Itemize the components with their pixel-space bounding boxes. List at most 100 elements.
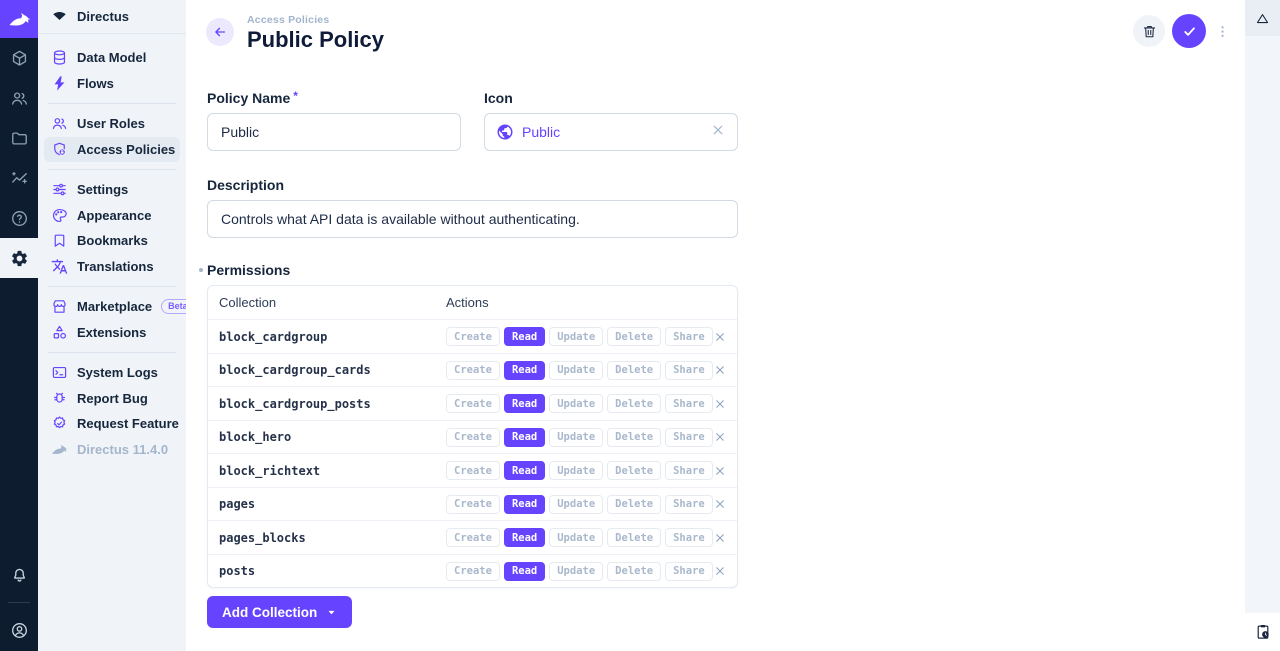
action-chip-read[interactable]: Read [504,495,545,514]
remove-permission-icon[interactable] [713,564,727,578]
icon-picker[interactable]: Public [484,113,738,151]
action-chip-read[interactable]: Read [504,394,545,413]
permission-actions: CreateReadUpdateDeleteShare [446,461,704,480]
action-chip-share[interactable]: Share [665,428,713,447]
action-chip-share[interactable]: Share [665,361,713,380]
delete-button[interactable] [1133,15,1165,47]
description-input[interactable] [207,200,738,238]
action-chip-delete[interactable]: Delete [607,461,661,480]
more-options-button[interactable] [1213,15,1231,47]
action-chip-create[interactable]: Create [446,528,500,547]
policy-name-label-text: Policy Name [207,90,290,106]
action-chip-delete[interactable]: Delete [607,394,661,413]
save-button[interactable] [1172,14,1206,48]
action-chip-read[interactable]: Read [504,461,545,480]
sidebar-item-settings[interactable]: Settings [44,177,180,203]
collection-name: block_richtext [219,464,446,478]
sidebar-item-report-bug[interactable]: Report Bug [44,386,180,412]
module-users[interactable] [0,78,38,118]
add-collection-button[interactable]: Add Collection [207,596,352,628]
action-chip-share[interactable]: Share [665,461,713,480]
sidebar-item-access-policies[interactable]: Access Policies [44,137,180,163]
action-chip-create[interactable]: Create [446,495,500,514]
action-chip-share[interactable]: Share [665,327,713,346]
sidebar-item-system-logs[interactable]: System Logs [44,360,180,386]
module-settings[interactable] [0,238,38,278]
remove-permission-icon[interactable] [713,464,727,478]
sidebar-item-directus-11-4-0: Directus 11.4.0 [44,437,180,463]
action-chip-update[interactable]: Update [549,528,603,547]
permission-actions: CreateReadUpdateDeleteShare [446,495,704,514]
action-chip-share[interactable]: Share [665,528,713,547]
sidebar-toggle-button[interactable] [1245,0,1280,36]
project-header[interactable]: Directus [38,0,186,34]
action-chip-update[interactable]: Update [549,562,603,581]
sidebar-item-request-feature[interactable]: Request Feature [44,411,180,437]
action-chip-share[interactable]: Share [665,495,713,514]
module-insights[interactable] [0,158,38,198]
collection-column-header: Collection [219,295,446,310]
sidebar-item-translations[interactable]: Translations [44,254,180,280]
check-icon [1181,23,1198,40]
remove-permission-icon[interactable] [713,430,727,444]
action-chip-read[interactable]: Read [504,562,545,581]
breadcrumb: Access Policies [247,14,384,26]
action-chip-create[interactable]: Create [446,327,500,346]
policy-name-input[interactable] [207,113,461,151]
action-chip-delete[interactable]: Delete [607,562,661,581]
revisions-button[interactable] [1245,613,1280,651]
action-chip-update[interactable]: Update [549,361,603,380]
action-chip-delete[interactable]: Delete [607,327,661,346]
sidebar-item-marketplace[interactable]: MarketplaceBeta [44,294,180,320]
action-chip-create[interactable]: Create [446,394,500,413]
action-chip-read[interactable]: Read [504,361,545,380]
directus-rabbit-icon [8,8,31,31]
remove-permission-icon[interactable] [713,497,727,511]
action-chip-create[interactable]: Create [446,361,500,380]
sidebar-item-label: Marketplace [77,299,152,314]
module-notifications[interactable] [0,556,38,594]
action-chip-update[interactable]: Update [549,461,603,480]
sidebar-item-flows[interactable]: Flows [44,71,180,97]
action-chip-share[interactable]: Share [665,394,713,413]
action-chip-create[interactable]: Create [446,562,500,581]
sidebar-item-bookmarks[interactable]: Bookmarks [44,228,180,254]
box-icon [10,49,29,68]
action-chip-delete[interactable]: Delete [607,495,661,514]
sidebar-item-appearance[interactable]: Appearance [44,203,180,229]
remove-permission-icon[interactable] [713,531,727,545]
right-strip-spacer [1245,36,1280,613]
remove-permission-icon[interactable] [713,397,727,411]
sidebar-item-data-model[interactable]: Data Model [44,45,180,71]
action-chip-create[interactable]: Create [446,428,500,447]
action-chip-update[interactable]: Update [549,327,603,346]
collection-name: block_cardgroup [219,330,446,344]
action-chip-create[interactable]: Create [446,461,500,480]
action-chip-update[interactable]: Update [549,495,603,514]
directus-logo[interactable] [0,0,38,38]
action-chip-read[interactable]: Read [504,428,545,447]
clear-icon[interactable] [710,122,726,143]
action-chip-delete[interactable]: Delete [607,361,661,380]
permission-row: block_richtextCreateReadUpdateDeleteShar… [208,453,737,487]
action-chip-read[interactable]: Read [504,327,545,346]
action-chip-update[interactable]: Update [549,428,603,447]
module-content[interactable] [0,38,38,78]
permission-actions: CreateReadUpdateDeleteShare [446,394,704,413]
sidebar-item-label: System Logs [77,365,158,380]
action-chip-update[interactable]: Update [549,394,603,413]
back-button[interactable] [206,18,234,46]
action-chip-read[interactable]: Read [504,528,545,547]
sidebar-item-label: Extensions [77,325,146,340]
remove-permission-icon[interactable] [713,330,727,344]
action-chip-delete[interactable]: Delete [607,528,661,547]
action-chip-share[interactable]: Share [665,562,713,581]
remove-permission-icon[interactable] [713,363,727,377]
sidebar-item-extensions[interactable]: Extensions [44,320,180,346]
action-chip-delete[interactable]: Delete [607,428,661,447]
sidebar-item-user-roles[interactable]: User Roles [44,111,180,137]
module-files[interactable] [0,118,38,158]
bell-icon [10,566,29,585]
module-account[interactable] [0,611,38,649]
module-help[interactable] [0,198,38,238]
